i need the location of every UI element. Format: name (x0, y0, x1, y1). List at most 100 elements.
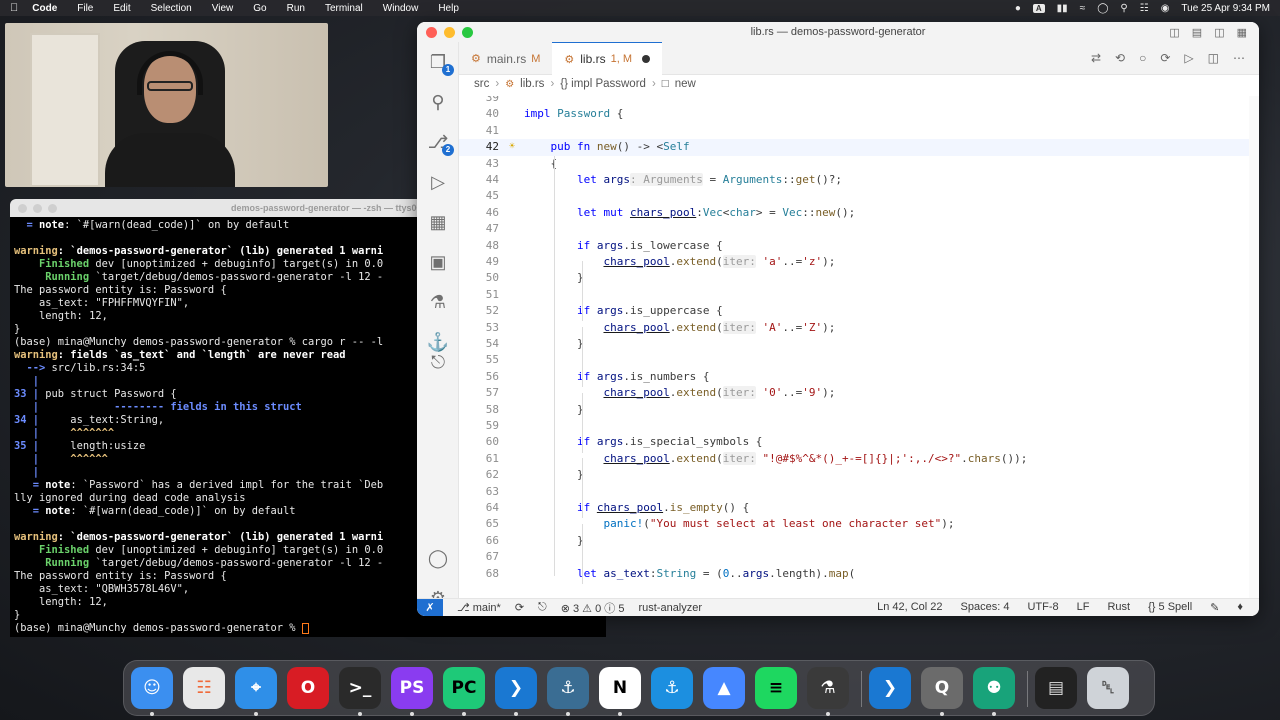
accounts-icon[interactable]: ◯ (426, 546, 450, 570)
unsaved-dot-icon[interactable] (642, 55, 651, 63)
code-line[interactable]: 52 if args.is_uppercase { (459, 303, 1249, 319)
pycharm-icon[interactable]: PC (443, 667, 485, 709)
breadcrumb-impl[interactable]: {} impl Password (560, 78, 646, 90)
control-center-icon[interactable]: ☷ (1140, 3, 1149, 14)
status-encoding[interactable]: UTF-8 (1027, 601, 1058, 614)
code-line[interactable]: 49 chars_pool.extend(iter: 'a'..='z'); (459, 254, 1249, 270)
input-source-indicator[interactable]: A (1032, 3, 1045, 13)
feedback-icon[interactable]: ✎ (1210, 601, 1219, 614)
notifications-bell-icon[interactable]: ♦ (1237, 601, 1243, 614)
code-line[interactable]: 54 } (459, 336, 1249, 352)
vscode-icon[interactable]: ❯ (495, 667, 537, 709)
code-line[interactable]: 48 if args.is_lowercase { (459, 238, 1249, 254)
menu-item-go[interactable]: Go (253, 3, 266, 14)
code-line[interactable]: 45 (459, 188, 1249, 204)
trash-icon[interactable]: ␡ (1087, 667, 1129, 709)
code-line[interactable]: 63 (459, 484, 1249, 500)
vscode-window[interactable]: lib.rs — demos-password-generator ◫ ▤ ◫ … (417, 22, 1259, 616)
docker-icon[interactable]: ⚓ (651, 667, 693, 709)
vscode-titlebar[interactable]: lib.rs — demos-password-generator ◫ ▤ ◫ … (417, 22, 1259, 42)
spotify-icon[interactable]: ≡ (755, 667, 797, 709)
code-line[interactable]: 68 let as_text:String = (0..args.length)… (459, 566, 1249, 582)
status-spell[interactable]: {} 5 Spell (1148, 601, 1192, 614)
code-line[interactable]: 56 if args.is_numbers { (459, 369, 1249, 385)
menu-item-selection[interactable]: Selection (151, 3, 192, 14)
battery-icon[interactable]: ▮▮ (1057, 3, 1068, 14)
menu-item-terminal[interactable]: Terminal (325, 3, 363, 14)
go-back-icon[interactable]: ⟲ (1115, 51, 1125, 65)
run-icon[interactable]: ▷ (1184, 51, 1193, 65)
code-line[interactable]: 57 chars_pool.extend(iter: '0'..='9'); (459, 385, 1249, 401)
siri-icon[interactable]: ◉ (1161, 3, 1170, 14)
status-lsp[interactable]: rust-analyzer (638, 602, 702, 614)
testing-icon[interactable]: ⚗ (426, 290, 450, 314)
code-line[interactable]: 47 (459, 221, 1249, 237)
quicktime-icon[interactable]: Q (921, 667, 963, 709)
code-line[interactable]: 44 let args: Arguments = Arguments::get(… (459, 172, 1249, 188)
gitkraken-icon[interactable]: ⚉ (973, 667, 1015, 709)
split-editor-icon[interactable]: ◫ (1208, 51, 1219, 65)
safari-icon[interactable]: ⌖ (235, 667, 277, 709)
code-line[interactable]: 55 (459, 352, 1249, 368)
menu-item-run[interactable]: Run (287, 3, 305, 14)
search-icon[interactable]: ⚲ (426, 90, 450, 114)
timeline-icon[interactable]: ○ (1139, 51, 1146, 65)
menu-item-file[interactable]: File (77, 3, 93, 14)
breadcrumb-fn[interactable]: new (675, 78, 696, 90)
status-cursor-position[interactable]: Ln 42, Col 22 (877, 601, 942, 614)
nordvpn-icon[interactable]: ▲ (703, 667, 745, 709)
code-line[interactable]: 64 if chars_pool.is_empty() { (459, 500, 1249, 516)
status-branch[interactable]: main* (473, 602, 501, 614)
extensions-icon[interactable]: ▦ (426, 210, 450, 234)
close-icon[interactable] (18, 203, 27, 213)
remote-indicator-icon[interactable]: ✗ (417, 598, 443, 616)
editor-scrollbar[interactable] (1249, 96, 1259, 598)
vscode-insiders-icon[interactable]: ❯ (869, 667, 911, 709)
apple-menu-icon[interactable]:  (10, 2, 18, 14)
mysql-workbench-icon[interactable]: ⚓ (547, 667, 589, 709)
compare-changes-icon[interactable]: ⇄ (1091, 51, 1101, 65)
lab-icon[interactable]: ⚗ (807, 667, 849, 709)
code-line[interactable]: 66 } (459, 533, 1249, 549)
status-language[interactable]: Rust (1107, 601, 1130, 614)
more-actions-icon[interactable]: ⋯ (1233, 51, 1245, 65)
code-line[interactable]: 39 (459, 96, 1249, 106)
code-line[interactable]: 46 let mut chars_pool:Vec<char> = Vec::n… (459, 205, 1249, 221)
menubar-clock[interactable]: Tue 25 Apr 9:34 PM (1181, 3, 1270, 14)
code-line[interactable]: 59 (459, 418, 1249, 434)
code-line[interactable]: 60 if args.is_special_symbols { (459, 434, 1249, 450)
search-icon[interactable]: ⚲ (1120, 3, 1127, 14)
notion-icon[interactable]: N (599, 667, 641, 709)
status-problems[interactable]: ⊗ 3 ⚠ 0 ⓘ 5 (561, 600, 625, 616)
menu-app-name[interactable]: Code (32, 3, 57, 14)
tab-main-rs[interactable]: ⚙ main.rs M (459, 42, 552, 75)
menu-item-help[interactable]: Help (438, 3, 459, 14)
lightbulb-icon[interactable]: ☀ (509, 139, 515, 155)
menu-item-edit[interactable]: Edit (113, 3, 130, 14)
gitlens-icon[interactable]: ⎋ (426, 350, 450, 374)
minimized-terminal-icon[interactable]: ▤ (1035, 667, 1077, 709)
minimize-icon[interactable] (33, 203, 42, 213)
breadcrumb-folder[interactable]: src (474, 78, 489, 90)
tab-lib-rs[interactable]: ⚙ lib.rs 1, M (552, 42, 663, 75)
status-eol[interactable]: LF (1077, 601, 1090, 614)
code-line[interactable]: 42 pub fn new() -> <Self ☀ (459, 139, 1249, 156)
code-line[interactable]: 61 chars_pool.extend(iter: "!@#$%^&*()_+… (459, 451, 1249, 467)
go-forward-icon[interactable]: ⟳ (1160, 51, 1170, 65)
code-line[interactable]: 53 chars_pool.extend(iter: 'A'..='Z'); (459, 320, 1249, 336)
run-debug-icon[interactable]: ▷ (426, 170, 450, 194)
sync-icon[interactable]: ⟳ (515, 601, 524, 614)
code-line[interactable]: 62 } (459, 467, 1249, 483)
zoom-icon[interactable] (48, 203, 57, 213)
code-line[interactable]: 67 (459, 549, 1249, 565)
camera-icon[interactable]: ● (1015, 3, 1021, 14)
menu-item-view[interactable]: View (212, 3, 234, 14)
code-line[interactable]: 50 } (459, 270, 1249, 286)
status-indentation[interactable]: Spaces: 4 (961, 601, 1010, 614)
menu-item-window[interactable]: Window (383, 3, 419, 14)
finder-icon[interactable]: ☺ (131, 667, 173, 709)
code-line[interactable]: 41 (459, 123, 1249, 139)
code-line[interactable]: 65 panic!("You must select at least one … (459, 516, 1249, 532)
source-control-icon[interactable]: ⎇ 2 (426, 130, 454, 156)
code-line[interactable]: 43 { (459, 156, 1249, 172)
